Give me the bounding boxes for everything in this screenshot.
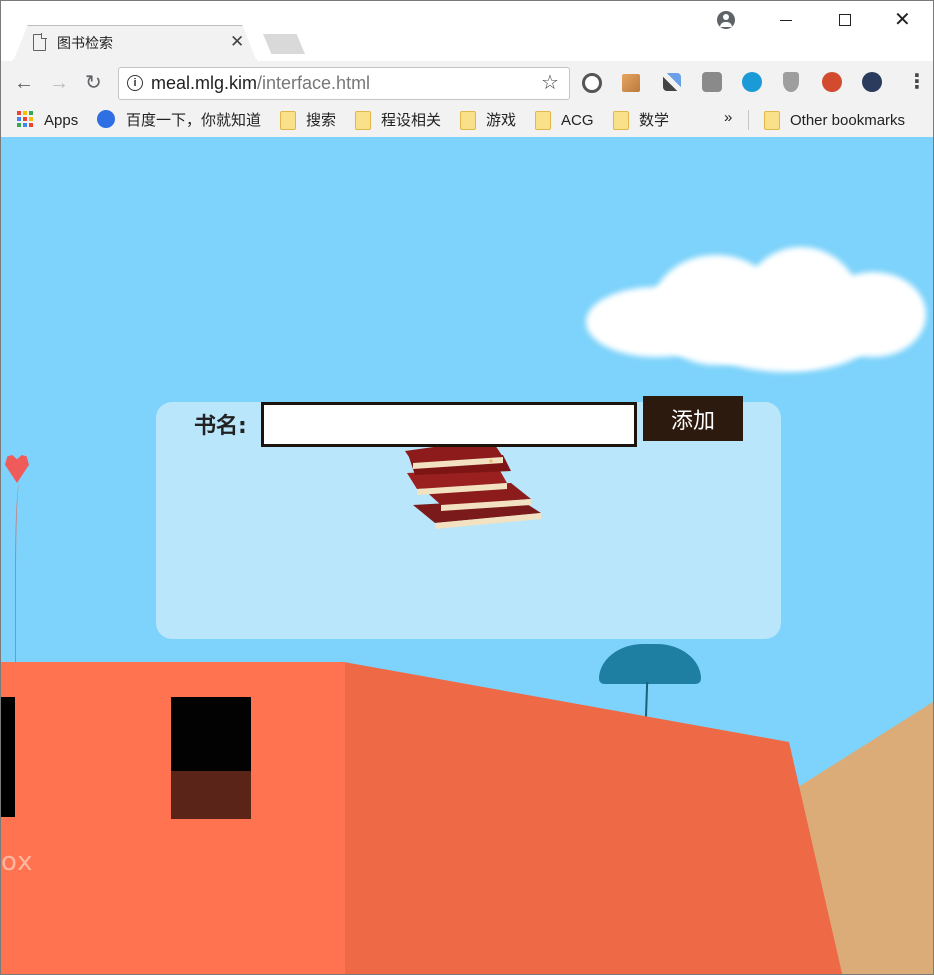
add-button[interactable]: 添加 — [643, 396, 743, 441]
building-window — [171, 697, 251, 819]
page-document-icon — [33, 33, 47, 51]
maximize-icon[interactable] — [839, 14, 851, 26]
window-close-icon[interactable]: ✕ — [894, 9, 911, 31]
refresh-extension-icon[interactable] — [742, 72, 762, 92]
bookmark-games[interactable]: 游戏 — [486, 111, 516, 131]
bookmark-search[interactable]: 搜索 — [306, 111, 336, 131]
url-host: meal.mlg.kim — [151, 73, 258, 93]
bookmarks-overflow-button[interactable]: » — [724, 108, 732, 128]
active-tab[interactable] — [17, 26, 251, 62]
folder-icon — [355, 111, 371, 130]
back-arrow-icon[interactable]: ← — [14, 70, 34, 96]
browser-window: 图书检索 ✕ ✕ ← → ↻ i meal.mlg.kim/interface.… — [0, 0, 934, 975]
shield-extension-icon[interactable] — [783, 72, 799, 92]
bookmark-star-icon[interactable]: ☆ — [541, 70, 559, 95]
folder-icon — [535, 111, 551, 130]
folder-icon — [764, 111, 780, 130]
beach-umbrella — [599, 644, 701, 684]
book-name-input[interactable] — [261, 402, 637, 447]
ruler-extension-icon[interactable] — [622, 74, 640, 92]
tab-title: 图书检索 — [57, 35, 113, 51]
url-path: /interface.html — [257, 73, 371, 93]
cloud — [701, 307, 871, 372]
background-text: ox — [1, 847, 34, 877]
folder-icon — [460, 111, 476, 130]
browser-menu-icon[interactable]: ⋮ — [907, 71, 927, 93]
building-side — [344, 662, 844, 974]
balloon-string — [15, 483, 24, 663]
forward-arrow-icon[interactable]: → — [49, 70, 69, 96]
tools-extension-icon[interactable] — [822, 72, 842, 92]
tampermonkey-icon[interactable] — [702, 72, 722, 92]
book-stack-icon — [405, 439, 541, 529]
baidu-paw-icon — [97, 110, 115, 128]
bookmark-math[interactable]: 数学 — [639, 111, 669, 131]
sync-extension-icon[interactable] — [582, 73, 602, 93]
e-extension-icon[interactable] — [862, 72, 882, 92]
profile-icon[interactable] — [717, 11, 735, 29]
minimize-icon[interactable] — [780, 20, 792, 21]
bookmark-baidu[interactable]: 百度一下，你就知道 — [126, 111, 261, 131]
site-info-icon[interactable]: i — [127, 75, 143, 91]
bookmarks-separator — [748, 110, 749, 130]
bookmark-acg[interactable]: ACG — [561, 111, 594, 131]
building-window — [1, 697, 15, 817]
eyedropper-extension-icon[interactable] — [663, 73, 681, 91]
apps-grid-icon — [17, 111, 33, 127]
heart-balloon — [5, 455, 29, 483]
page-viewport: ox — [1, 137, 933, 974]
book-name-label: 书名: — [194, 414, 247, 439]
folder-icon — [613, 111, 629, 130]
reload-icon[interactable]: ↻ — [85, 70, 102, 96]
folder-icon — [280, 111, 296, 130]
tab-close-icon[interactable]: ✕ — [230, 32, 244, 52]
address-url[interactable]: meal.mlg.kim/interface.html — [151, 73, 370, 94]
bookmark-other[interactable]: Other bookmarks — [790, 111, 905, 131]
bookmark-apps[interactable]: Apps — [44, 111, 78, 131]
bookmark-programming[interactable]: 程设相关 — [381, 111, 441, 131]
